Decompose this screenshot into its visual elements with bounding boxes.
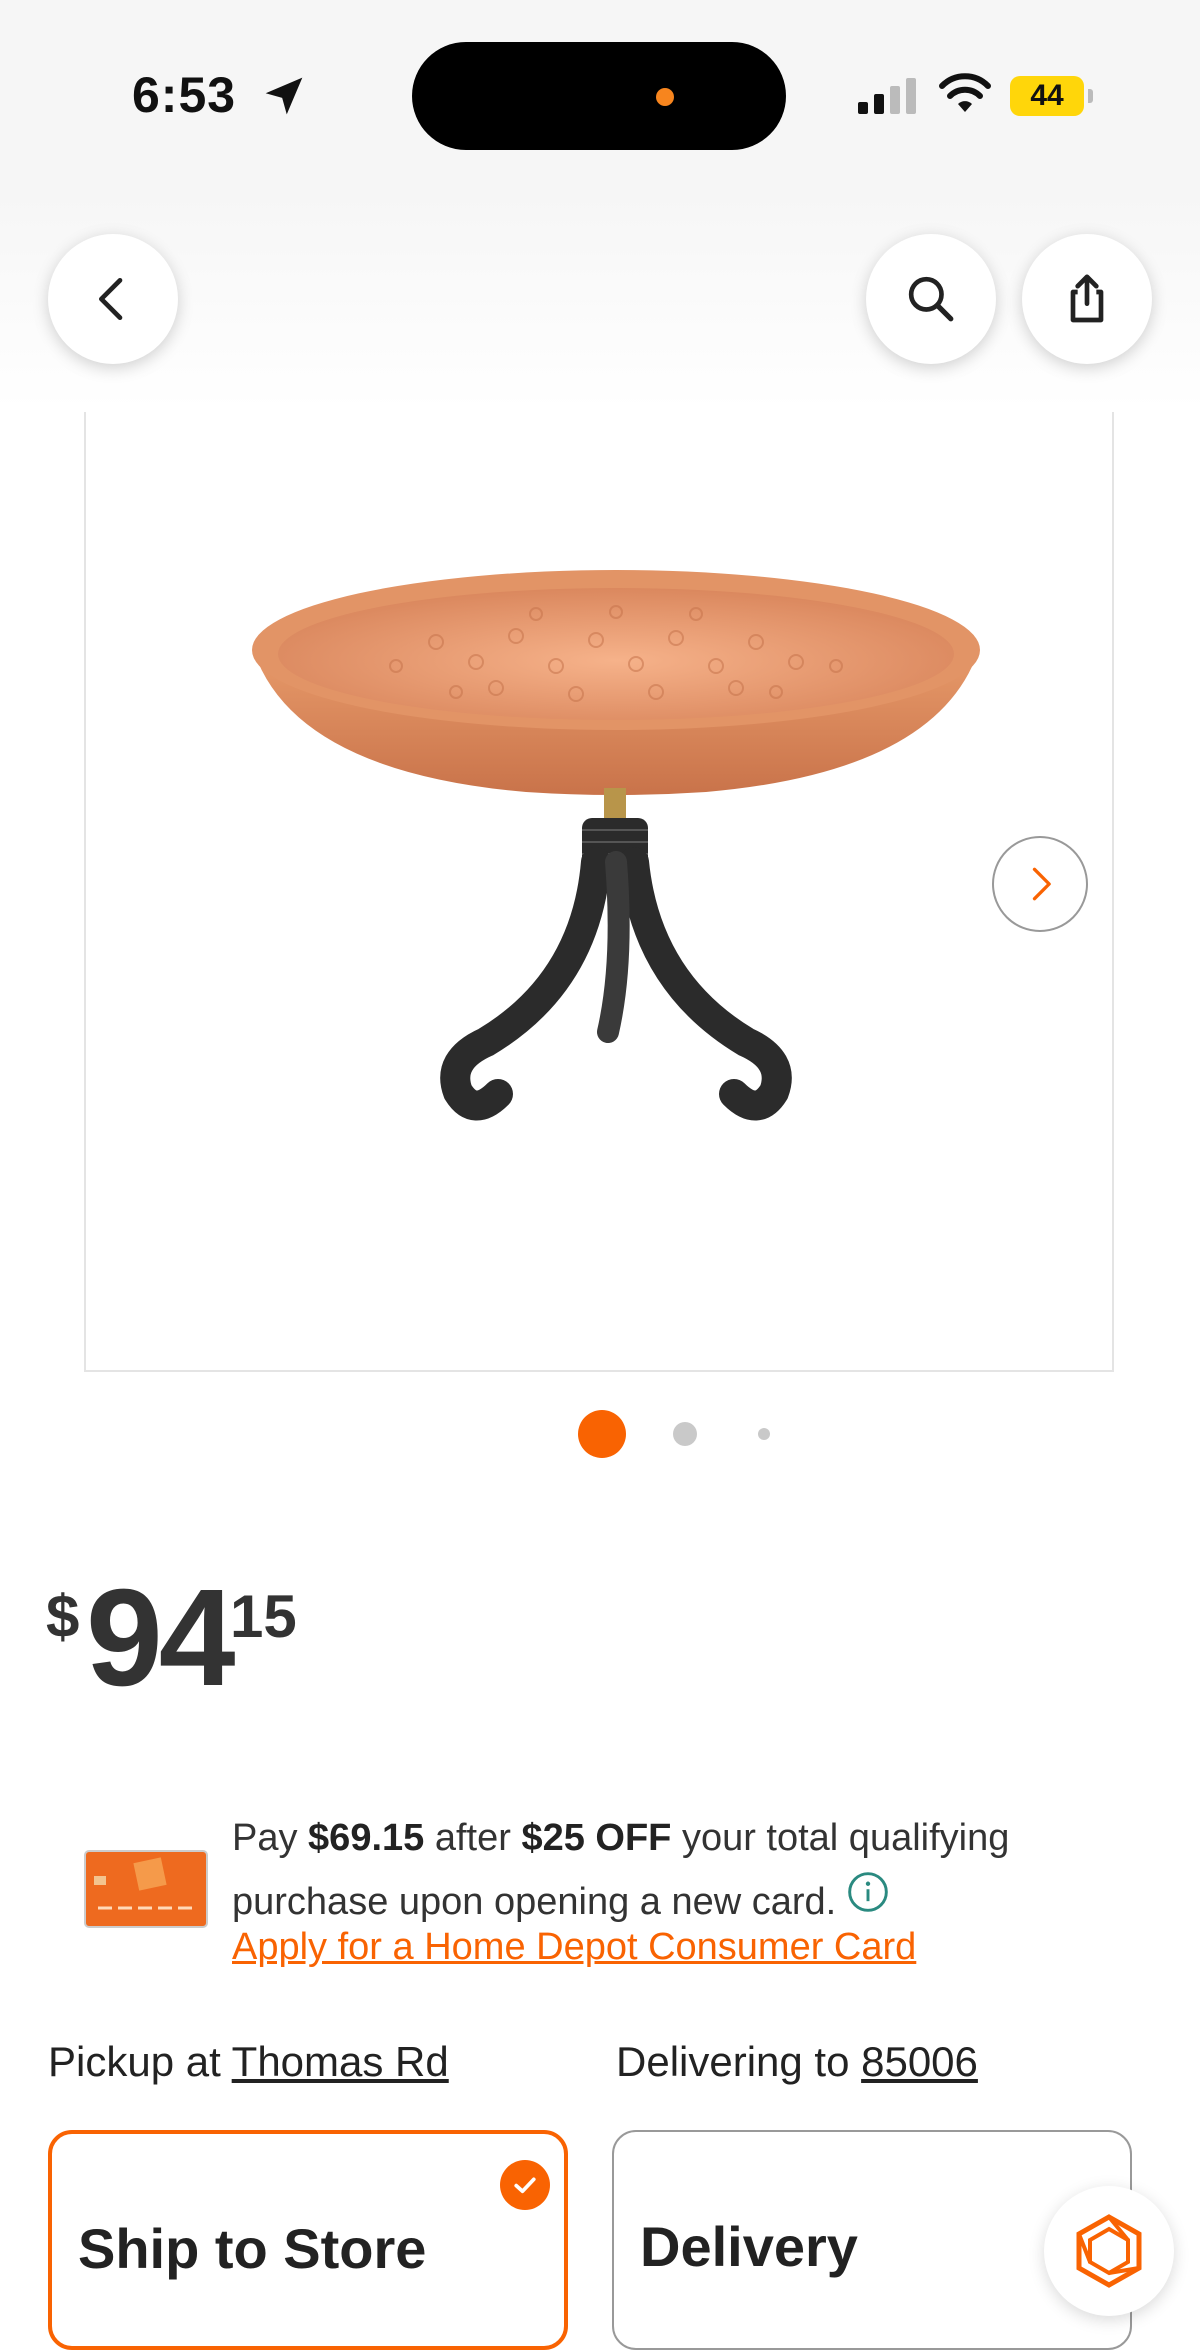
pagination-dot[interactable] — [673, 1422, 697, 1446]
cellular-signal-icon — [858, 78, 916, 114]
credit-card-image — [84, 1850, 208, 1928]
info-icon[interactable] — [846, 1870, 890, 1914]
chevron-right-icon — [1032, 867, 1051, 901]
share-button[interactable] — [1022, 234, 1152, 364]
hexagon-logo-icon — [1076, 2214, 1142, 2288]
promo-amount: $69.15 — [308, 1817, 425, 1859]
dynamic-island — [412, 42, 786, 150]
price-currency: $ — [46, 1583, 80, 1650]
gallery-pagination — [0, 1408, 1200, 1458]
battery-indicator: 44 — [1010, 76, 1093, 116]
location-arrow-icon — [265, 77, 303, 115]
status-bar: 6:53 44 — [0, 0, 1200, 190]
search-icon — [908, 276, 954, 322]
promo-discount: $25 OFF — [521, 1817, 672, 1859]
ship-to-store-label: Ship to Store — [78, 2217, 427, 2280]
ship-to-store-option[interactable]: Ship to Store — [48, 2130, 568, 2350]
chevron-left-icon — [99, 278, 123, 320]
battery-cap — [1088, 89, 1093, 103]
pagination-dot[interactable] — [758, 1428, 770, 1440]
promo-text-pay: Pay — [232, 1817, 309, 1859]
wifi-icon — [939, 73, 991, 112]
pagination-dot-active[interactable] — [578, 1410, 626, 1458]
share-icon — [1070, 274, 1104, 323]
pickup-store-link[interactable]: Thomas Rd — [232, 2038, 449, 2085]
delivery-option-label: Delivery — [640, 2215, 858, 2278]
selected-check-icon — [500, 2160, 550, 2210]
pickup-prefix: Pickup at — [48, 2038, 232, 2085]
apply-card-link[interactable]: Apply for a Home Depot Consumer Card — [232, 1926, 916, 1969]
price-cents: 15 — [230, 1583, 297, 1650]
battery-level: 44 — [1010, 76, 1084, 116]
back-button[interactable] — [48, 234, 178, 364]
promo-text-after: after — [424, 1817, 522, 1859]
pickup-label: Pickup at Thomas Rd — [48, 2038, 449, 2086]
card-promo-text: Pay $69.15 after $25 OFF your total qual… — [232, 1806, 1132, 1934]
product-image-gallery[interactable] — [84, 412, 1114, 1372]
product-image — [252, 570, 980, 1121]
delivery-prefix: Delivering to — [616, 2038, 862, 2085]
delivery-label: Delivering to 85006 — [616, 2038, 978, 2086]
recording-indicator — [656, 88, 674, 106]
price-dollars: 94 — [86, 1561, 235, 1715]
assistant-button[interactable] — [1044, 2186, 1174, 2316]
search-button[interactable] — [866, 234, 996, 364]
next-image-button[interactable] — [992, 836, 1088, 932]
header-background — [0, 190, 1200, 410]
delivery-zip-link[interactable]: 85006 — [861, 2038, 978, 2085]
status-time: 6:53 — [132, 67, 237, 123]
